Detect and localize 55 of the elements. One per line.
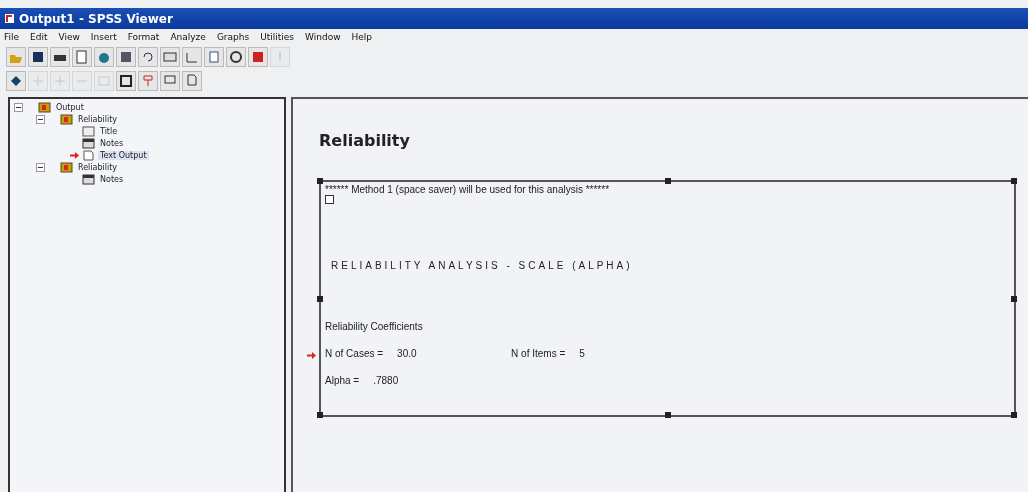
- undo-icon: [140, 49, 156, 65]
- resize-handle[interactable]: [317, 178, 323, 184]
- output-heading: Reliability: [319, 131, 411, 150]
- menu-item[interactable]: Format: [127, 32, 160, 42]
- insert-text-icon: [184, 73, 200, 89]
- analysis-title: RELIABILITY ANALYSIS - SCALE (ALPHA): [331, 260, 634, 271]
- resize-handle[interactable]: [664, 412, 671, 418]
- outline-item[interactable]: Title: [98, 126, 120, 136]
- resize-handle[interactable]: [664, 178, 671, 184]
- outline-item[interactable]: Notes: [98, 138, 126, 148]
- book-icon: [60, 113, 73, 125]
- outline-item[interactable]: Text Output: [98, 150, 149, 160]
- menu-item[interactable]: Window: [305, 32, 341, 42]
- resize-handle[interactable]: [1011, 412, 1017, 418]
- window-title: Output1 - SPSS Viewer: [19, 11, 173, 26]
- alpha-value: .7880: [373, 375, 399, 386]
- title-page-icon: [82, 125, 95, 137]
- checkbox-icon: [325, 195, 334, 204]
- items-value: 5: [579, 348, 585, 359]
- window-icon: [162, 49, 178, 65]
- document-icon: [82, 149, 95, 161]
- resize-handle[interactable]: [317, 295, 323, 302]
- collapse-icon[interactable]: [36, 162, 45, 172]
- text-output-block[interactable]: ****** Method 1 (space saver) will be used for this analysis ****** RELIABILITY ANALYSIS - SCALE (ALPHA) Reliability Coefficients N of Cases = 30.0 N of Items = 5 Alpha = .7880: [319, 180, 1016, 417]
- menu-item[interactable]: View: [58, 32, 80, 42]
- notes-icon: [82, 173, 95, 185]
- cases-value: 30.0: [397, 348, 418, 359]
- menu-item[interactable]: Analyze: [170, 32, 206, 42]
- menu-item[interactable]: Graphs: [216, 32, 250, 42]
- alpha-label: Alpha =: [325, 375, 360, 386]
- menu-item[interactable]: File: [4, 32, 20, 42]
- book-icon: [60, 161, 73, 173]
- resize-handle[interactable]: [1011, 295, 1017, 302]
- book-icon: [38, 101, 51, 113]
- menu-item[interactable]: Utilities: [260, 32, 295, 42]
- outline-item[interactable]: Reliability: [76, 114, 120, 124]
- method-text: ****** Method 1 (space saver) will be used for this analysis ******: [325, 184, 611, 195]
- outline-item[interactable]: Output: [54, 102, 86, 112]
- resize-handle[interactable]: [317, 412, 323, 418]
- insert-text-button[interactable]: [182, 71, 202, 91]
- items-label: N of Items =: [511, 348, 566, 359]
- collapse-icon[interactable]: [14, 102, 23, 112]
- notes-icon: [82, 137, 95, 149]
- menu-item[interactable]: Edit: [30, 32, 48, 42]
- outline-item[interactable]: Reliability: [76, 162, 120, 172]
- section-label: Reliability Coefficients: [325, 321, 424, 332]
- undo-button[interactable]: [138, 47, 158, 67]
- window-button[interactable]: [160, 47, 180, 67]
- outline-item[interactable]: Notes: [98, 174, 126, 184]
- menu-item[interactable]: Insert: [90, 32, 117, 42]
- menu-item[interactable]: Help: [351, 32, 373, 42]
- cases-label: N of Cases =: [325, 348, 384, 359]
- resize-handle[interactable]: [1011, 178, 1017, 184]
- app-icon: [4, 13, 15, 24]
- collapse-icon[interactable]: [36, 114, 45, 124]
